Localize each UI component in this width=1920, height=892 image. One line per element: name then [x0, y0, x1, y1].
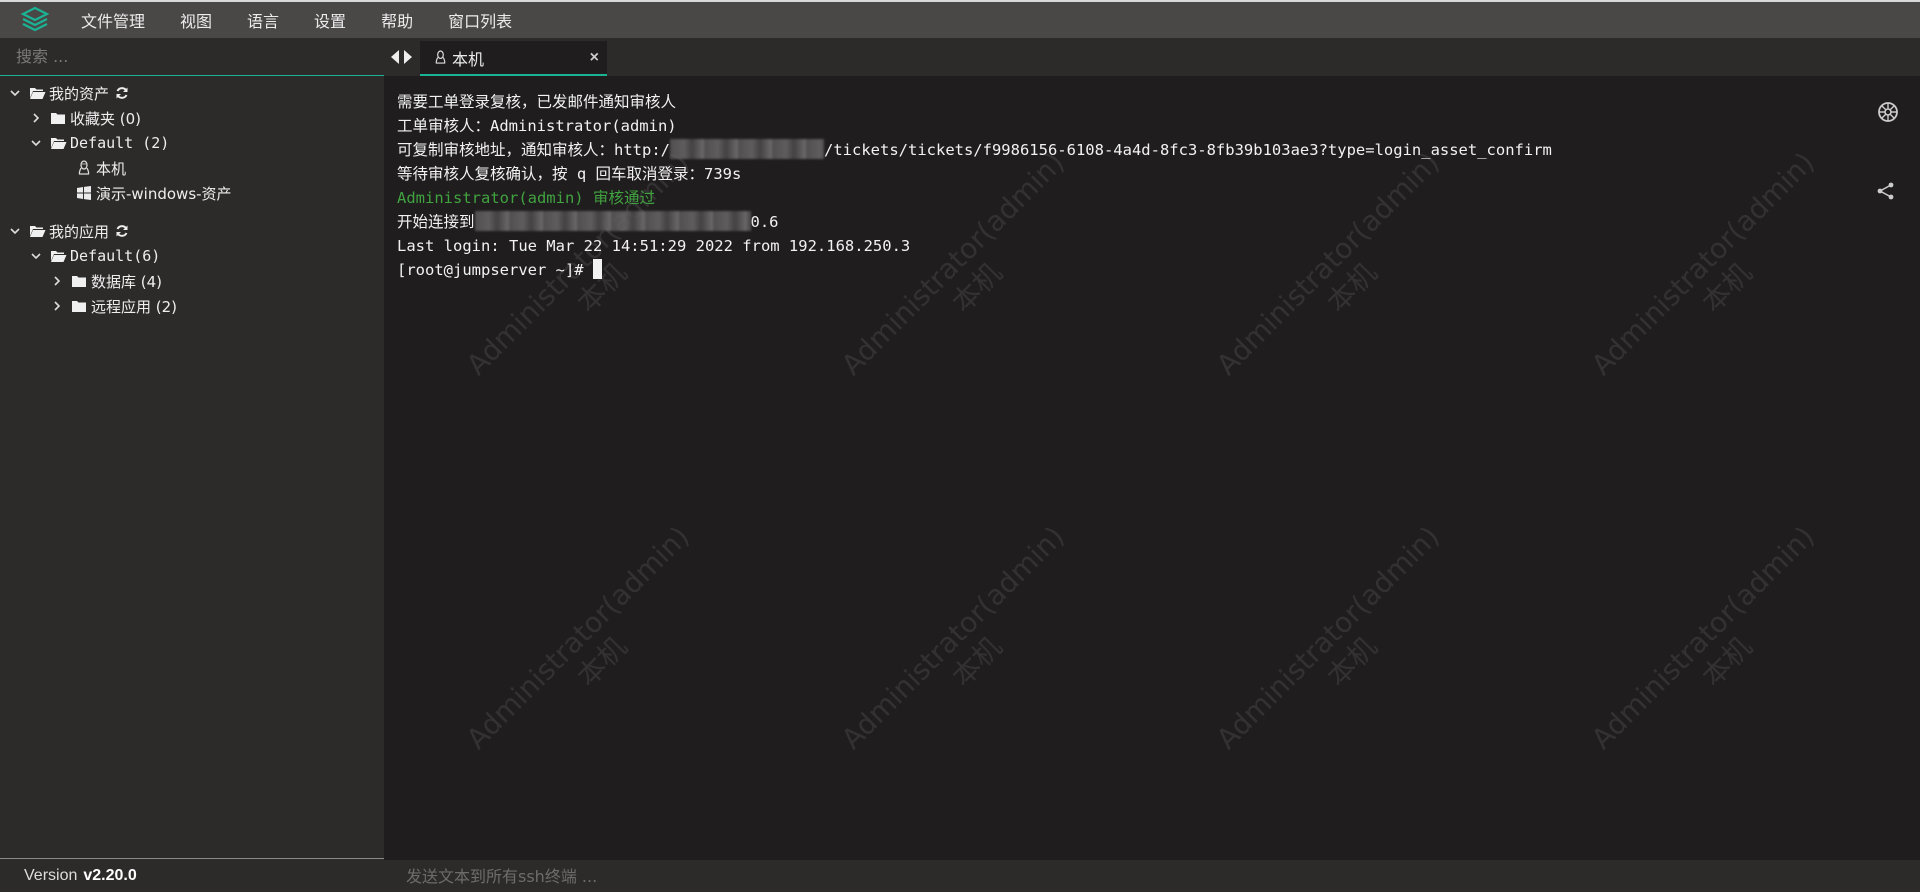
search-input[interactable] [0, 38, 384, 75]
watermark: Administrator(admin) 本机 [1584, 519, 1821, 756]
tree-node-databases[interactable]: 数据库 (4) [50, 270, 162, 292]
menu-view[interactable]: 视图 [180, 8, 212, 32]
terminal-text: 0.6 [750, 213, 779, 231]
menu-language[interactable]: 语言 [247, 8, 279, 32]
tree-node-default-apps[interactable]: Default(6) [29, 245, 160, 267]
refresh-icon[interactable] [115, 224, 129, 238]
terminal-text: /tickets/tickets/f9986156-6108-4a4d-8fc3… [824, 141, 1552, 159]
tree-label-my-apps: 我的应用 [49, 222, 110, 241]
tab-next-icon[interactable] [403, 49, 413, 70]
tab-bar: 本机 × [384, 38, 1920, 76]
terminal-line: 工单审核人：Administrator(admin) [397, 117, 677, 135]
jumpserver-logo-icon[interactable] [17, 2, 53, 38]
tab-label: 本机 [452, 51, 485, 69]
folder-open-icon [49, 135, 67, 151]
tree-node-remote-apps[interactable]: 远程应用 (2) [50, 295, 177, 317]
menu-settings[interactable]: 设置 [314, 8, 346, 32]
menu-window-list[interactable]: 窗口列表 [448, 8, 512, 32]
tab-local[interactable]: 本机 × [420, 41, 607, 76]
chevron-down-icon[interactable] [8, 86, 22, 100]
tree-label-default-assets: Default (2) [70, 134, 170, 152]
watermark: Administrator(admin) 本机 [1209, 519, 1446, 756]
tree-node-favorites[interactable]: 收藏夹 (0) [29, 107, 141, 129]
tree-label-asset-local: 本机 [96, 159, 127, 178]
redacted-text [670, 139, 824, 159]
terminal-line: 等待审核人复核确认，按 q 回车取消登录：739s [397, 165, 742, 183]
terminal-cursor [592, 259, 602, 279]
terminal-tools [1876, 100, 1900, 206]
chevron-down-icon[interactable] [29, 249, 43, 263]
helm-settings-icon[interactable] [1876, 100, 1900, 129]
search-box [0, 38, 384, 76]
menu-file-management[interactable]: 文件管理 [81, 8, 145, 32]
terminal-line-approved: Administrator(admin) 审核通过 [397, 189, 655, 207]
version-value: v2.20.0 [83, 866, 137, 884]
chevron-right-icon[interactable] [50, 299, 64, 313]
tab-prev-icon[interactable] [390, 49, 400, 70]
watermark: Administrator(admin) 本机 [834, 519, 1071, 756]
terminal-prompt: [root@jumpserver ~]# [397, 261, 593, 279]
send-to-all-bar [384, 860, 1920, 892]
version-label: Version [24, 866, 78, 884]
windows-icon [75, 185, 93, 201]
refresh-icon[interactable] [115, 86, 129, 100]
folder-open-icon [28, 223, 46, 239]
version-info: Version v2.20.0 [0, 858, 384, 892]
chevron-down-icon[interactable] [8, 224, 22, 238]
tree-label-default-apps: Default(6) [70, 247, 161, 265]
tree-label-my-assets: 我的资产 [49, 84, 110, 103]
watermark: Administrator(admin) 本机 [459, 519, 696, 756]
terminal-line: 可复制审核地址，通知审核人：http:/ /tickets/tickets/f99… [397, 138, 1552, 162]
linux-penguin-icon [75, 160, 93, 176]
tree-node-my-assets[interactable]: 我的资产 [8, 82, 129, 104]
redacted-text [474, 211, 751, 231]
linux-penguin-icon [434, 50, 447, 65]
tree-label-favorites: 收藏夹 (0) [70, 109, 142, 128]
menu-bar: 文件管理 视图 语言 设置 帮助 窗口列表 [0, 0, 1920, 38]
send-to-all-input[interactable] [384, 860, 1920, 892]
folder-icon [70, 298, 88, 314]
terminal-line: 需要工单登录复核，已发邮件通知审核人 [397, 93, 677, 111]
watermark: Administrator(admin) 本机 [1584, 145, 1821, 382]
terminal-line: 开始连接到 0.6 [397, 210, 1552, 234]
chevron-right-icon[interactable] [50, 274, 64, 288]
folder-icon [70, 273, 88, 289]
close-icon[interactable]: × [590, 49, 599, 67]
chevron-right-icon[interactable] [29, 111, 43, 125]
folder-icon [49, 110, 67, 126]
tab-navigation [390, 49, 413, 70]
chevron-down-icon[interactable] [29, 136, 43, 150]
tree-node-asset-windows[interactable]: 演示-windows-资产 [75, 182, 232, 204]
terminal[interactable]: Administrator(admin) 本机 Administrator(adm… [384, 76, 1920, 860]
share-icon[interactable] [1876, 181, 1900, 206]
sidebar: 我的资产 收藏夹 (0) Default (2) [0, 38, 384, 892]
tree-label-asset-windows: 演示-windows-资产 [96, 184, 232, 203]
tree-node-my-apps[interactable]: 我的应用 [8, 220, 129, 242]
terminal-text: 开始连接到 [397, 213, 475, 231]
tree-label-databases: 数据库 (4) [91, 272, 163, 291]
terminal-prompt-line: [root@jumpserver ~]# [397, 258, 1552, 282]
tree-node-asset-local[interactable]: 本机 [75, 157, 126, 179]
terminal-output: 需要工单登录复核，已发邮件通知审核人 工单审核人：Administrator(a… [397, 90, 1552, 282]
folder-open-icon [49, 248, 67, 264]
folder-open-icon [28, 85, 46, 101]
menu-help[interactable]: 帮助 [381, 8, 413, 32]
tree-label-remote-apps: 远程应用 (2) [91, 297, 178, 316]
terminal-line: Last login: Tue Mar 22 14:51:29 2022 fro… [397, 237, 911, 255]
terminal-text: 可复制审核地址，通知审核人：http:/ [397, 141, 670, 159]
tree-node-default-assets[interactable]: Default (2) [29, 132, 169, 154]
